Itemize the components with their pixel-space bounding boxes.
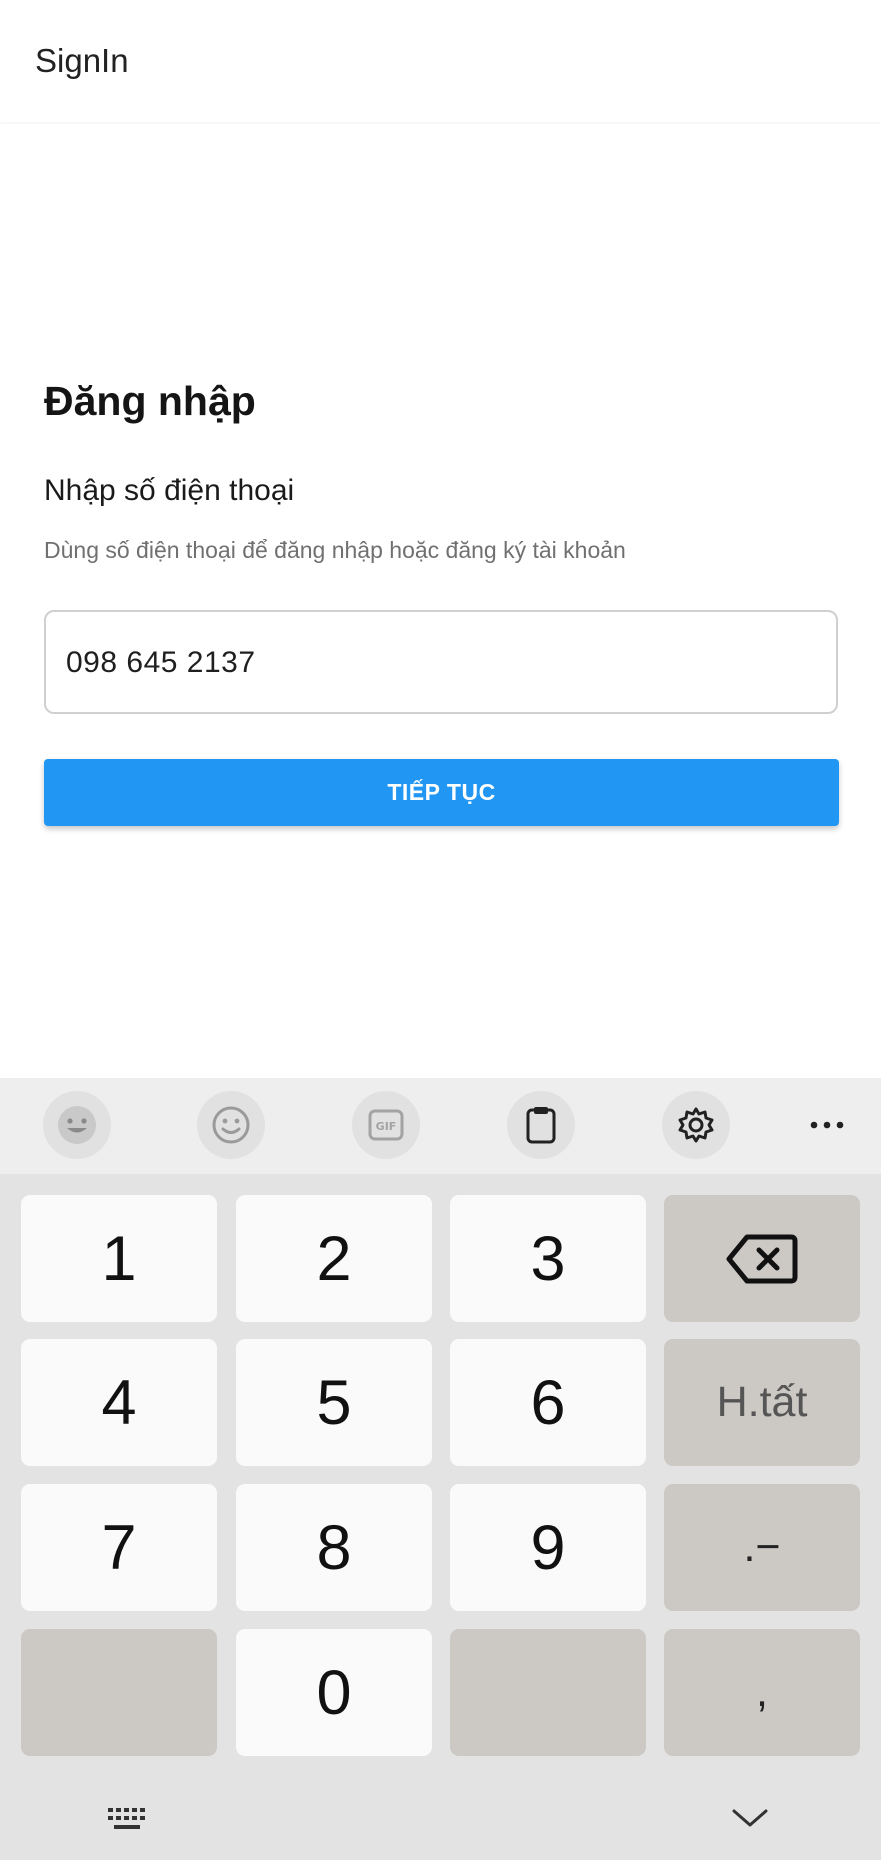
dot-dash-key-label: .− [743,1523,781,1571]
phone-label: Nhập số điện thoại [44,474,295,507]
dot-dash-key[interactable]: .− [664,1484,860,1611]
key-5[interactable]: 5 [236,1339,432,1466]
phone-input-value: 098 645 2137 [66,646,256,679]
clipboard-icon[interactable] [507,1091,575,1159]
gif-icon[interactable]: GIF [352,1091,420,1159]
emoji-sticker-icon[interactable] [43,1091,111,1159]
continue-button[interactable]: TIẾP TỤC [44,759,839,826]
key-9-label: 9 [530,1512,566,1583]
keyboard-nav-row [0,1786,881,1860]
backspace-icon [726,1234,798,1283]
backspace-key[interactable] [664,1195,860,1322]
svg-text:GIF: GIF [376,1120,397,1133]
done-key[interactable]: H.tất [664,1339,860,1466]
key-3-label: 3 [530,1223,566,1294]
phone-input[interactable]: 098 645 2137 [44,610,838,714]
more-icon[interactable] [793,1091,861,1159]
done-key-label: H.tất [716,1378,808,1426]
key-2-label: 2 [316,1223,352,1294]
gear-icon[interactable] [662,1091,730,1159]
app-bar: SignIn [0,0,881,122]
key-4-label: 4 [101,1367,137,1438]
keyboard-toolbar: GIF [0,1078,881,1174]
key-0[interactable]: 0 [236,1629,432,1756]
page-heading: Đăng nhập [44,378,256,424]
key-5-label: 5 [316,1367,352,1438]
smiley-icon[interactable] [197,1091,265,1159]
phone-hint: Dùng số điện thoại để đăng nhập hoặc đăn… [44,537,626,563]
comma-key-label: , [756,1668,768,1716]
key-4[interactable]: 4 [21,1339,217,1466]
key-8-label: 8 [316,1512,352,1583]
key-1[interactable]: 1 [21,1195,217,1322]
key-2[interactable]: 2 [236,1195,432,1322]
hide-keyboard-icon[interactable] [730,1806,770,1830]
key-6-label: 6 [530,1367,566,1438]
key-1-label: 1 [101,1223,137,1294]
key-9[interactable]: 9 [450,1484,646,1611]
blank-key-left [21,1629,217,1756]
comma-key[interactable]: , [664,1629,860,1756]
blank-key-middle [450,1629,646,1756]
key-7[interactable]: 7 [21,1484,217,1611]
continue-button-label: TIẾP TỤC [387,779,496,805]
key-7-label: 7 [101,1512,137,1583]
key-3[interactable]: 3 [450,1195,646,1322]
key-6[interactable]: 6 [450,1339,646,1466]
keyboard-switch-icon[interactable] [106,1806,150,1836]
key-8[interactable]: 8 [236,1484,432,1611]
key-0-label: 0 [316,1657,352,1728]
app-title: SignIn [35,42,129,79]
